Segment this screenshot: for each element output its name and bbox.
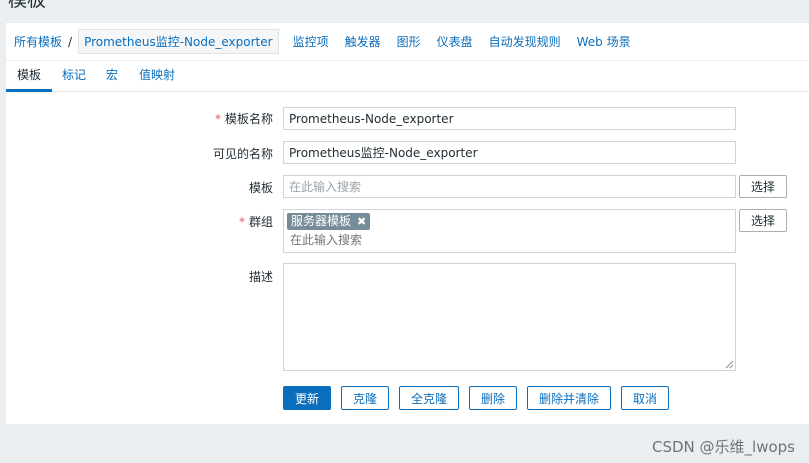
nav-web-scenarios-link[interactable]: Web 场景 <box>577 33 631 50</box>
templates-select-button[interactable]: 选择 <box>739 175 787 198</box>
template-name-label-text: 模板名称 <box>224 112 273 126</box>
nav-discovery-rules-link[interactable]: 自动发现规则 <box>489 33 561 50</box>
breadcrumb-all-templates[interactable]: 所有模板 <box>14 33 62 50</box>
groups-search-input[interactable] <box>290 233 490 247</box>
visible-name-label: 可见的名称 <box>212 147 273 161</box>
breadcrumb-separator: / <box>68 34 73 49</box>
visible-name-input[interactable] <box>283 141 736 164</box>
groups-select-button[interactable]: 选择 <box>739 209 787 232</box>
group-chip-label: 服务器模板 <box>291 214 352 228</box>
templates-search-input[interactable] <box>283 175 736 198</box>
watermark: CSDN @乐维_lwops <box>652 438 795 456</box>
description-textarea[interactable] <box>283 263 736 371</box>
delete-and-clear-button[interactable]: 删除并清除 <box>527 386 611 410</box>
template-name-input[interactable] <box>283 107 736 130</box>
tab-macros[interactable]: 宏 <box>98 61 126 92</box>
page-title: 模板 <box>8 0 47 11</box>
delete-button[interactable]: 删除 <box>469 386 517 410</box>
nav-dashboards-link[interactable]: 仪表盘 <box>437 33 473 50</box>
groups-multiselect[interactable]: 服务器模板 ✖ <box>283 209 736 253</box>
tab-template[interactable]: 模板 <box>6 61 52 92</box>
templates-label: 模板 <box>248 181 273 195</box>
cancel-button[interactable]: 取消 <box>621 386 669 410</box>
required-asterisk: * <box>214 112 221 126</box>
groups-label-text: 群组 <box>248 215 273 229</box>
nav-items-link[interactable]: 监控项 <box>293 33 329 50</box>
update-button[interactable]: 更新 <box>283 386 331 410</box>
template-nav-bar: 所有模板 / Prometheus监控-Node_exporter 监控项 触发… <box>6 23 809 60</box>
resize-grip-icon[interactable] <box>724 359 734 369</box>
tab-value-mapping[interactable]: 值映射 <box>130 61 184 92</box>
group-chip: 服务器模板 ✖ <box>287 213 371 230</box>
description-label: 描述 <box>248 270 273 284</box>
groups-label: * 群组 <box>239 213 273 230</box>
clone-button[interactable]: 克隆 <box>341 386 389 410</box>
breadcrumb-current-template[interactable]: Prometheus监控-Node_exporter <box>78 29 279 54</box>
tab-tags[interactable]: 标记 <box>54 61 94 92</box>
form-tabs: 模板 标记 宏 值映射 <box>6 61 809 92</box>
template-form: *模板名称 可见的名称 模板 选择 *群组 服务器模板 ✖ 选择 描述 更新 克… <box>6 92 809 424</box>
required-asterisk: * <box>238 215 245 229</box>
full-clone-button[interactable]: 全克隆 <box>399 386 459 410</box>
nav-triggers-link[interactable]: 触发器 <box>345 33 381 50</box>
template-name-label: * 模板名称 <box>215 110 273 127</box>
chip-remove-icon[interactable]: ✖ <box>357 213 366 230</box>
nav-graphs-link[interactable]: 图形 <box>397 33 421 50</box>
